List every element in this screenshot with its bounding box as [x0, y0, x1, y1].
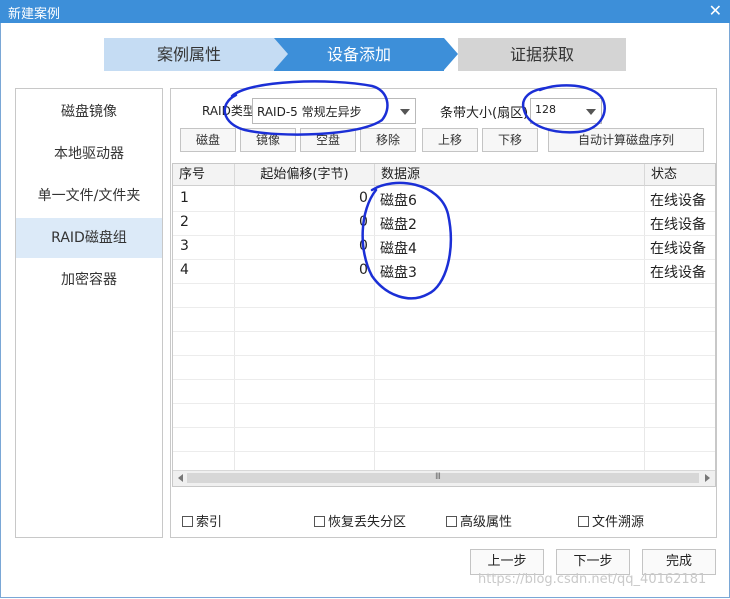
column-header-source[interactable]: 数据源 [375, 164, 645, 186]
row-source: 磁盘6 [380, 193, 417, 209]
scroll-right-icon[interactable] [705, 474, 710, 482]
table-row[interactable]: 4 0 磁盘3 在线设备 [173, 259, 715, 284]
nav-item-disk-image[interactable]: 磁盘镜像 [16, 92, 162, 132]
wizard-step-arrow [274, 38, 288, 70]
row-offset: 0 [359, 190, 368, 206]
index-label: 索引 [196, 515, 223, 530]
raid-type-select[interactable]: RAID-5 常规左异步 [252, 98, 416, 124]
row-source: 磁盘3 [380, 265, 417, 281]
column-header-offset[interactable]: 起始偏移(字节) [235, 164, 375, 186]
raid-type-value: RAID-5 常规左异步 [257, 105, 362, 119]
row-no: 4 [180, 262, 189, 278]
wizard-step-arrow [444, 38, 458, 70]
file-trace-checkbox[interactable]: 文件溯源 [578, 511, 644, 530]
move-down-button[interactable]: 下移 [482, 128, 538, 152]
horizontal-scrollbar[interactable]: III [173, 470, 715, 486]
checkbox-icon[interactable] [182, 516, 193, 527]
table-row [173, 307, 715, 332]
row-offset: 0 [359, 214, 368, 230]
wizard-step-evidence: 证据获取 [458, 38, 626, 71]
close-icon[interactable]: ✕ [709, 1, 722, 20]
table-row[interactable]: 1 0 磁盘6 在线设备 [173, 187, 715, 212]
nav-item-file-folder[interactable]: 单一文件/文件夹 [16, 176, 162, 216]
nav-item-local-drive[interactable]: 本地驱动器 [16, 134, 162, 174]
chevron-down-icon [400, 109, 410, 115]
remove-button[interactable]: 移除 [360, 128, 416, 152]
add-disk-button[interactable]: 磁盘 [180, 128, 236, 152]
table-row [173, 331, 715, 356]
move-up-button[interactable]: 上移 [422, 128, 478, 152]
device-type-nav: 磁盘镜像 本地驱动器 单一文件/文件夹 RAID磁盘组 加密容器 [15, 88, 163, 538]
table-row[interactable]: 3 0 磁盘4 在线设备 [173, 235, 715, 260]
recover-partition-label: 恢复丢失分区 [328, 515, 407, 530]
row-source: 磁盘4 [380, 241, 417, 257]
stripe-size-select[interactable]: 128 [530, 98, 602, 124]
row-source: 磁盘2 [380, 217, 417, 233]
wizard-step-add-device: 设备添加 [274, 38, 444, 71]
checkbox-icon[interactable] [314, 516, 325, 527]
table-row [173, 427, 715, 452]
column-header-no[interactable]: 序号 [173, 164, 235, 186]
table-row [173, 283, 715, 308]
stripe-size-value: 128 [535, 103, 556, 116]
row-offset: 0 [359, 262, 368, 278]
table-row [173, 403, 715, 428]
add-empty-disk-button[interactable]: 空盘 [300, 128, 356, 152]
file-trace-label: 文件溯源 [592, 515, 645, 530]
advanced-properties-checkbox[interactable]: 高级属性 [446, 511, 512, 530]
table-row [173, 355, 715, 380]
checkbox-icon[interactable] [578, 516, 589, 527]
scrollbar-grip: III [435, 472, 441, 482]
window-title: 新建案例 [8, 7, 61, 22]
raid-type-label: RAID类型 [202, 104, 255, 118]
row-status: 在线设备 [650, 217, 706, 233]
nav-item-raid-group[interactable]: RAID磁盘组 [16, 218, 162, 258]
raid-disk-table: 序号 起始偏移(字节) 数据源 状态 1 0 磁盘6 在线设备 2 0 磁盘2 … [172, 163, 716, 487]
table-row [173, 379, 715, 404]
add-image-button[interactable]: 镜像 [240, 128, 296, 152]
chevron-down-icon [586, 109, 596, 115]
index-checkbox[interactable]: 索引 [182, 511, 222, 530]
table-row[interactable]: 2 0 磁盘2 在线设备 [173, 211, 715, 236]
row-no: 3 [180, 238, 189, 254]
advanced-properties-label: 高级属性 [460, 515, 513, 530]
recover-partition-checkbox[interactable]: 恢复丢失分区 [314, 511, 406, 530]
column-header-status[interactable]: 状态 [645, 164, 715, 186]
row-no: 1 [180, 190, 189, 206]
row-status: 在线设备 [650, 241, 706, 257]
scrollbar-thumb[interactable] [187, 473, 699, 483]
row-status: 在线设备 [650, 265, 706, 281]
scroll-left-icon[interactable] [178, 474, 183, 482]
row-offset: 0 [359, 238, 368, 254]
title-bar: 新建案例 ✕ [0, 0, 730, 23]
watermark: https://blog.csdn.net/qq_40162181 [478, 572, 707, 587]
row-no: 2 [180, 214, 189, 230]
auto-calc-disk-order-button[interactable]: 自动计算磁盘序列 [548, 128, 704, 152]
row-status: 在线设备 [650, 193, 706, 209]
stripe-size-label: 条带大小(扇区) [440, 106, 529, 121]
wizard-step-case-properties: 案例属性 [104, 38, 274, 71]
checkbox-icon[interactable] [446, 516, 457, 527]
nav-item-encrypted-container[interactable]: 加密容器 [16, 260, 162, 300]
